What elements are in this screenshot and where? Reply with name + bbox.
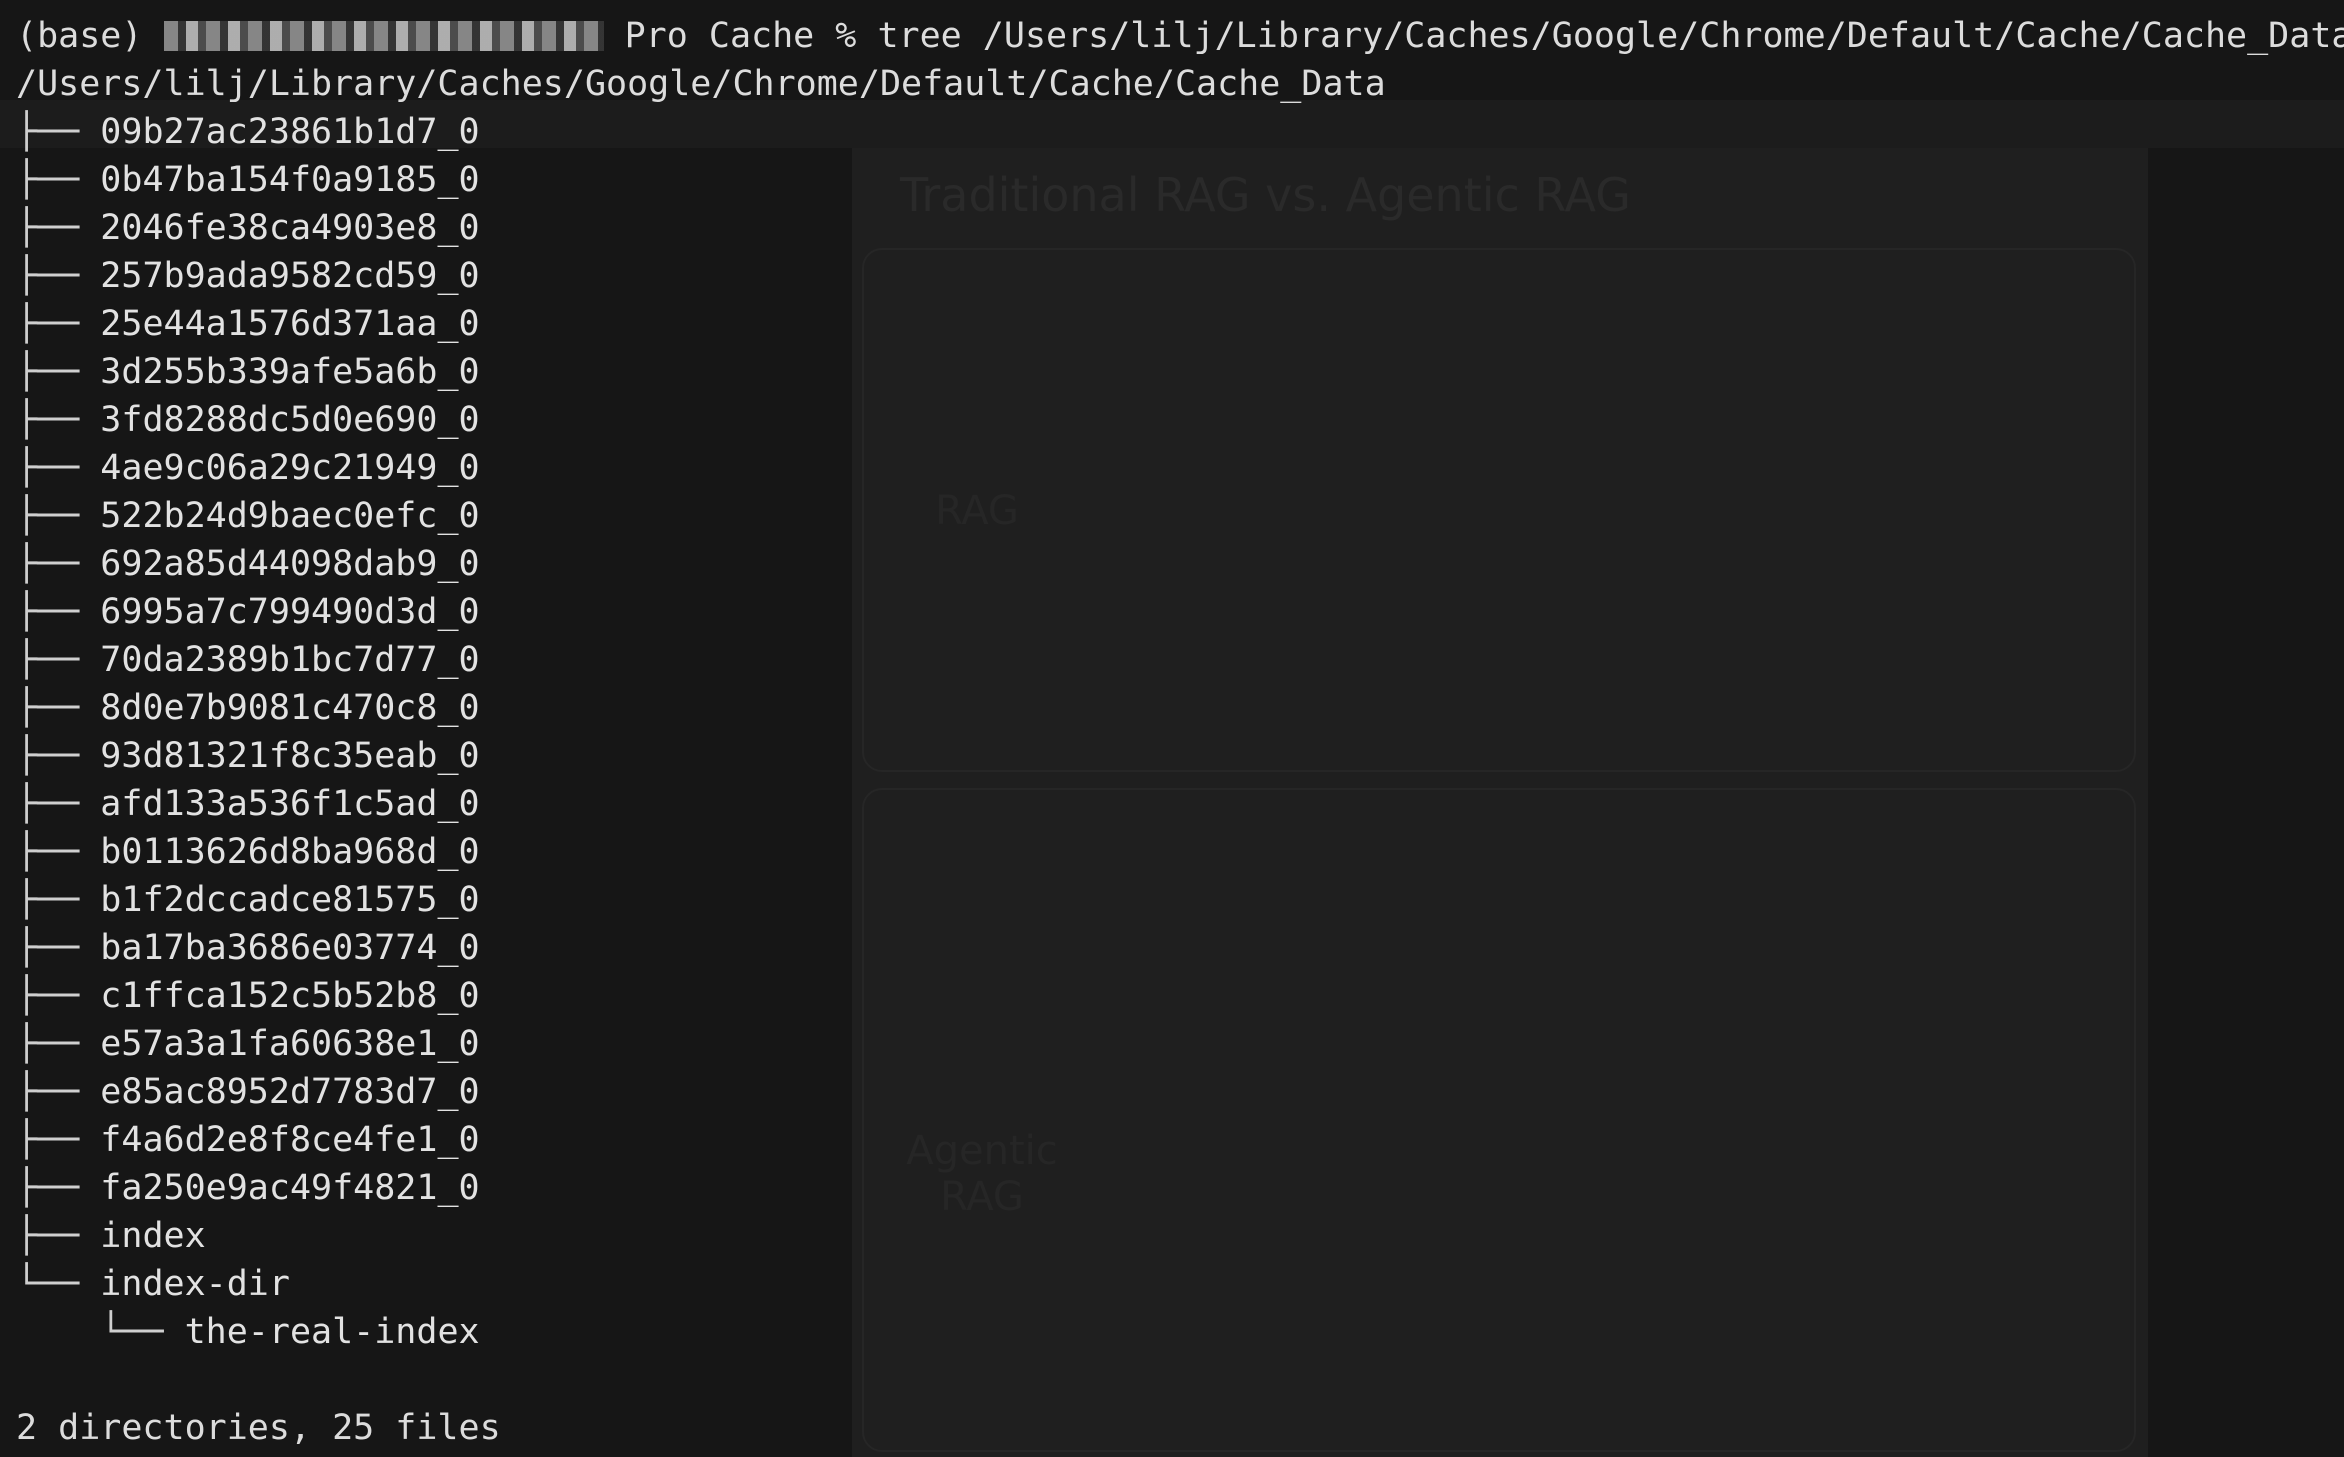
tree-entry-name: afd133a536f1c5ad_0 bbox=[100, 784, 480, 824]
tree-entry: ├── b1f2dccadce81575_0 bbox=[16, 876, 2344, 924]
tree-entry-name: 257b9ada9582cd59_0 bbox=[100, 256, 480, 296]
tree-entry: ├── 0b47ba154f0a9185_0 bbox=[16, 156, 2344, 204]
tree-entry-name: 09b27ac23861b1d7_0 bbox=[100, 112, 480, 152]
tree-entry-name: index bbox=[100, 1216, 206, 1256]
tree-entry: ├── 2046fe38ca4903e8_0 bbox=[16, 204, 2344, 252]
tree-branch-glyph: ├── bbox=[16, 352, 101, 392]
tree-entry: ├── 25e44a1576d371aa_0 bbox=[16, 300, 2344, 348]
tree-entry-name: ba17ba3686e03774_0 bbox=[100, 928, 480, 968]
tree-entry-name: 3d255b339afe5a6b_0 bbox=[100, 352, 480, 392]
tree-branch-glyph: ├── bbox=[16, 928, 101, 968]
tree-entry: ├── 4ae9c06a29c21949_0 bbox=[16, 444, 2344, 492]
tree-branch-glyph: ├── bbox=[16, 1024, 101, 1064]
tree-entry-name: 522b24d9baec0efc_0 bbox=[100, 496, 480, 536]
command-line: (base) Pro Cache % tree /Users/lilj/Libr… bbox=[16, 12, 2344, 60]
tree-entry-name: 692a85d44098dab9_0 bbox=[100, 544, 480, 584]
tree-entry: ├── 09b27ac23861b1d7_0 bbox=[16, 108, 2344, 156]
tree-entry-name: e57a3a1fa60638e1_0 bbox=[100, 1024, 480, 1064]
redacted-hostname bbox=[163, 21, 604, 51]
tree-branch-glyph: ├── bbox=[16, 1168, 101, 1208]
tree-branch-glyph: └── bbox=[100, 1312, 185, 1352]
tree-summary: 2 directories, 25 files bbox=[16, 1408, 501, 1448]
tree-branch-glyph: ├── bbox=[16, 880, 101, 920]
command-text: Pro Cache % tree /Users/lilj/Library/Cac… bbox=[603, 16, 2344, 56]
tree-entry-name: 25e44a1576d371aa_0 bbox=[100, 304, 480, 344]
tree-entry-name: c1ffca152c5b52b8_0 bbox=[100, 976, 480, 1016]
tree-entry-name: 6995a7c799490d3d_0 bbox=[100, 592, 480, 632]
tree-branch-glyph: ├── bbox=[16, 1072, 101, 1112]
tree-entry-name: 93d81321f8c35eab_0 bbox=[100, 736, 480, 776]
tree-branch-glyph: ├── bbox=[16, 592, 101, 632]
tree-entry: ├── fa250e9ac49f4821_0 bbox=[16, 1164, 2344, 1212]
root-path-line: /Users/lilj/Library/Caches/Google/Chrome… bbox=[16, 64, 1386, 104]
tree-entry: ├── 70da2389b1bc7d77_0 bbox=[16, 636, 2344, 684]
tree-entry-name: 70da2389b1bc7d77_0 bbox=[100, 640, 480, 680]
tree-branch-glyph: ├── bbox=[16, 832, 101, 872]
tree-entry-name: 3fd8288dc5d0e690_0 bbox=[100, 400, 480, 440]
tree-branch-glyph: ├── bbox=[16, 640, 101, 680]
tree-entry: ├── index bbox=[16, 1212, 2344, 1260]
tree-entry-name: the-real-index bbox=[184, 1312, 480, 1352]
tree-entry: ├── 692a85d44098dab9_0 bbox=[16, 540, 2344, 588]
tree-branch-glyph: ├── bbox=[16, 544, 101, 584]
tree-branch-glyph: ├── bbox=[16, 304, 101, 344]
tree-entry-name: b1f2dccadce81575_0 bbox=[100, 880, 480, 920]
tree-entry: ├── f4a6d2e8f8ce4fe1_0 bbox=[16, 1116, 2344, 1164]
tree-entry-name: fa250e9ac49f4821_0 bbox=[100, 1168, 480, 1208]
tree-branch-glyph: ├── bbox=[16, 208, 101, 248]
tree-branch-glyph: ├── bbox=[16, 496, 101, 536]
tree-entry: ├── ba17ba3686e03774_0 bbox=[16, 924, 2344, 972]
tree-branch-glyph: └── bbox=[16, 1264, 101, 1304]
tree-entry-name: 4ae9c06a29c21949_0 bbox=[100, 448, 480, 488]
tree-entry: ├── e57a3a1fa60638e1_0 bbox=[16, 1020, 2344, 1068]
tree-entry-name: b0113626d8ba968d_0 bbox=[100, 832, 480, 872]
tree-branch-glyph: ├── bbox=[16, 736, 101, 776]
tree-entry: ├── 257b9ada9582cd59_0 bbox=[16, 252, 2344, 300]
terminal-output[interactable]: (base) Pro Cache % tree /Users/lilj/Libr… bbox=[16, 12, 2344, 1452]
tree-entry-name: f4a6d2e8f8ce4fe1_0 bbox=[100, 1120, 480, 1160]
tree-entry: ├── afd133a536f1c5ad_0 bbox=[16, 780, 2344, 828]
tree-entry: ├── 93d81321f8c35eab_0 bbox=[16, 732, 2344, 780]
tree-branch-glyph: ├── bbox=[16, 1120, 101, 1160]
terminal-window[interactable]: RAG Agentic RAG Traditional RAG vs. Agen… bbox=[0, 0, 2344, 1457]
tree-branch-glyph: ├── bbox=[16, 112, 101, 152]
tree-branch-glyph: ├── bbox=[16, 160, 101, 200]
tree-branch-glyph: ├── bbox=[16, 448, 101, 488]
tree-branch-glyph: ├── bbox=[16, 688, 101, 728]
tree-entry: ├── e85ac8952d7783d7_0 bbox=[16, 1068, 2344, 1116]
tree-entry: ├── b0113626d8ba968d_0 bbox=[16, 828, 2344, 876]
tree-entry: ├── 522b24d9baec0efc_0 bbox=[16, 492, 2344, 540]
tree-entry: ├── 8d0e7b9081c470c8_0 bbox=[16, 684, 2344, 732]
tree-entry: ├── 3d255b339afe5a6b_0 bbox=[16, 348, 2344, 396]
tree-entry: ├── 3fd8288dc5d0e690_0 bbox=[16, 396, 2344, 444]
tree-entry-directory: └── index-dir bbox=[16, 1260, 2344, 1308]
prompt-prefix: (base) bbox=[16, 16, 164, 56]
tree-branch-glyph: ├── bbox=[16, 1216, 101, 1256]
tree-entry-name: e85ac8952d7783d7_0 bbox=[100, 1072, 480, 1112]
tree-branch-glyph: ├── bbox=[16, 976, 101, 1016]
tree-entry-name: index-dir bbox=[100, 1264, 290, 1304]
tree-entry: ├── c1ffca152c5b52b8_0 bbox=[16, 972, 2344, 1020]
tree-entry: ├── 6995a7c799490d3d_0 bbox=[16, 588, 2344, 636]
tree-entry-name: 2046fe38ca4903e8_0 bbox=[100, 208, 480, 248]
tree-branch-glyph: ├── bbox=[16, 256, 101, 296]
tree-entry-nested: └── the-real-index bbox=[16, 1308, 2344, 1356]
tree-entry-name: 0b47ba154f0a9185_0 bbox=[100, 160, 480, 200]
tree-entry-name: 8d0e7b9081c470c8_0 bbox=[100, 688, 480, 728]
tree-branch-glyph: ├── bbox=[16, 784, 101, 824]
tree-branch-glyph: ├── bbox=[16, 400, 101, 440]
